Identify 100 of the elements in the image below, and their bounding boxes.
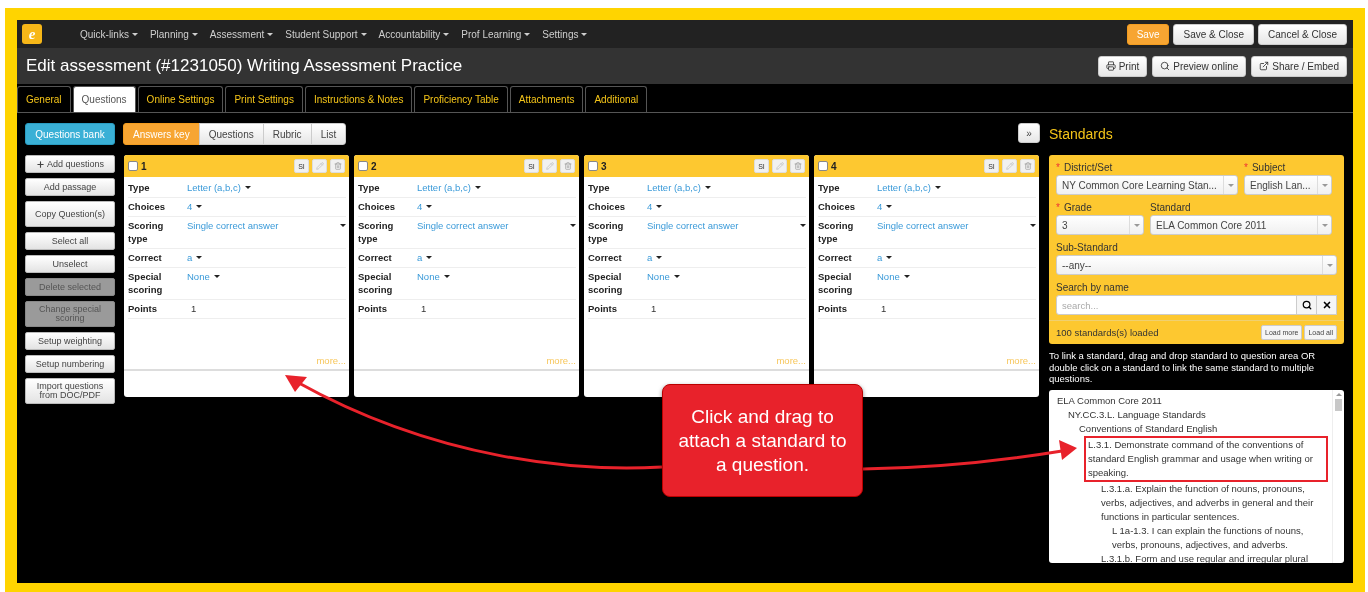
toolbar-button[interactable]: Save & Close [1173, 23, 1255, 45]
tab[interactable]: General [17, 86, 71, 112]
standard-item[interactable]: L.3.1.a. Explain the function of nouns, pronouns, verbs, adjectives, and adverbs in general and their functions in particular sentences. [1099, 481, 1328, 524]
field-label: Standard [1150, 201, 1192, 215]
expand-button[interactable]: » [1018, 123, 1040, 143]
nav-menu-item[interactable]: Settings [542, 28, 588, 40]
view-toggle[interactable]: List [310, 123, 347, 145]
tab[interactable]: Proficiency Table [414, 86, 508, 112]
header-button[interactable]: Print [1097, 55, 1148, 77]
clear-button[interactable] [1317, 295, 1337, 315]
field-label: Correct [588, 251, 623, 264]
action-button[interactable]: Add questions [25, 155, 115, 173]
pencil-icon [315, 162, 324, 170]
trash-icon [793, 162, 802, 170]
question-number: 2 [371, 160, 378, 172]
field-label: Choices [818, 200, 856, 213]
standard-select[interactable]: ELA Common Core 2011 [1150, 215, 1332, 235]
field-label: Sub-Standard [1056, 241, 1119, 255]
points-value: 1 [190, 302, 197, 315]
instructions-text: To link a standard, drag and drop standard to question area OR double click on a standard to link the same standard to multiple questions. [1049, 350, 1317, 385]
toolbar-button[interactable]: Cancel & Close [1258, 23, 1347, 45]
standards-count: 100 standards(s) loaded [1056, 327, 1160, 338]
field-label: Special scoring [818, 270, 854, 296]
subject-select[interactable]: English Lan... [1244, 175, 1332, 195]
plus-icon [35, 159, 45, 169]
page-title: Edit assessment (#1231050) Writing Assessment Practice [26, 56, 463, 76]
action-button[interactable]: Setup numbering [25, 355, 115, 373]
field-label: Scoring type [128, 219, 165, 245]
header-button[interactable]: Share / Embed [1251, 55, 1347, 77]
tab[interactable]: Online Settings [137, 86, 224, 112]
checkbox[interactable] [358, 161, 368, 171]
standard-item[interactable]: NY.CC.3.L. Language Standards [1066, 407, 1328, 422]
pencil-icon [1005, 162, 1014, 170]
delete-button[interactable] [1020, 159, 1035, 173]
view-toggle[interactable]: Rubric [262, 123, 312, 145]
field-label: Special scoring [588, 270, 624, 296]
action-button[interactable]: Add passage [25, 178, 115, 196]
nav-menu-item[interactable]: Student Support [285, 28, 367, 40]
question-number: 4 [831, 160, 838, 172]
action-button[interactable]: Import questions from DOC/PDF [25, 378, 115, 404]
tab[interactable]: Additional [585, 86, 648, 112]
points-value: 1 [650, 302, 657, 315]
question-number: 3 [601, 160, 608, 172]
field-label: * Subject [1244, 161, 1287, 175]
search-field[interactable]: search... [1056, 295, 1297, 315]
action-button[interactable]: Setup weighting [25, 332, 115, 350]
tab[interactable]: Attachments [509, 86, 584, 112]
caret-icon [1321, 223, 1328, 227]
scrollbar[interactable] [1332, 389, 1344, 563]
delete-button[interactable] [560, 159, 575, 173]
pencil-icon [545, 162, 554, 170]
share-icon [1259, 61, 1270, 71]
trash-icon [1023, 162, 1032, 170]
district-select[interactable]: NY Common Core Learning Stan... [1056, 175, 1238, 195]
field-label: Choices [588, 200, 626, 213]
field-label: Type [358, 181, 381, 194]
nav-menu-item[interactable]: Prof Learning [461, 28, 531, 40]
edit-button[interactable] [312, 159, 327, 173]
field-label: Search by name [1056, 281, 1130, 295]
points-value: 1 [880, 302, 887, 315]
standard-item[interactable]: L.3.1. Demonstrate command of the conventions of standard English grammar and usage when writing or speaking. [1084, 435, 1328, 482]
panel-title: Standards [1049, 125, 1114, 144]
search-button[interactable] [1297, 295, 1317, 315]
pencil-icon [775, 162, 784, 170]
tab[interactable]: Print Settings [225, 86, 303, 112]
field-label: Choices [128, 200, 166, 213]
trash-icon [333, 162, 342, 170]
grade-select[interactable]: 3 [1056, 215, 1144, 235]
tab[interactable]: Instructions & Notes [304, 86, 413, 112]
field-label: Choices [358, 200, 396, 213]
nav-menu-item[interactable]: Accountability [378, 28, 450, 40]
edit-button[interactable] [1002, 159, 1017, 173]
nav-menu-item[interactable]: Quick-links [80, 28, 138, 40]
close-icon [1321, 300, 1332, 310]
checkbox[interactable] [128, 161, 138, 171]
action-button[interactable]: Copy Question(s) [25, 201, 115, 227]
field-label: Type [818, 181, 841, 194]
checkbox[interactable] [588, 161, 598, 171]
header-button[interactable]: Preview online [1152, 55, 1247, 77]
standard-item[interactable]: ELA Common Core 2011 [1055, 393, 1328, 408]
printer-icon [1105, 61, 1116, 71]
edit-button[interactable] [772, 159, 787, 173]
field-label: Scoring type [588, 219, 625, 245]
nav-menu-item[interactable]: Assessment [209, 28, 274, 40]
sub-standard-select[interactable]: --any-- [1056, 255, 1337, 275]
field-label: Scoring type [358, 219, 395, 245]
delete-button[interactable] [790, 159, 805, 173]
checkbox[interactable] [818, 161, 828, 171]
action-button[interactable]: Select all [25, 232, 115, 250]
tab[interactable]: Questions [72, 86, 136, 112]
delete-button[interactable] [330, 159, 345, 173]
field-label: Points [358, 302, 389, 315]
edit-button[interactable] [542, 159, 557, 173]
search-icon [1160, 61, 1171, 71]
standard-item[interactable]: Conventions of Standard English [1077, 421, 1328, 436]
standard-item[interactable]: L 1a-1.3. I can explain the functions of nouns, verbs, pronouns, adjectives, and adverbs. [1110, 523, 1328, 552]
nav-menu-item[interactable]: Planning [149, 28, 198, 40]
question-number: 1 [141, 160, 148, 172]
view-toggle[interactable]: Questions [198, 123, 264, 145]
action-button[interactable]: Unselect [25, 255, 115, 273]
